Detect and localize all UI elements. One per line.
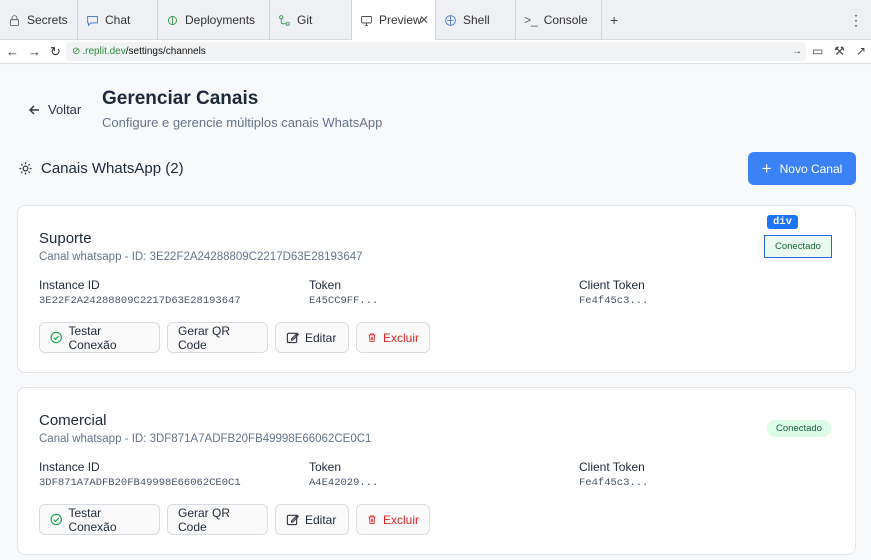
token-value: E45CC9FF... [309,295,379,307]
back-button[interactable]: Voltar [28,102,81,117]
trash-icon [368,515,376,524]
token-value: A4E42029... [309,477,379,489]
test-connection-button[interactable]: Testar Conexão [39,504,160,535]
section-title: Canais WhatsApp (2) [41,160,184,177]
check-circle-icon [50,331,62,344]
section-header: Canais WhatsApp (2) [18,160,184,177]
instance-id-label: Instance ID [39,278,100,292]
client-token-value: Fe4f45c3... [579,477,649,489]
monitor-icon [361,15,372,26]
delete-button[interactable]: Excluir [356,322,430,353]
tab-label: Git [297,13,313,27]
tab-label: Shell [463,13,490,27]
edit-icon [286,514,299,526]
tab-deployments[interactable]: Deployments [158,0,270,40]
button-label: Editar [305,330,337,345]
tab-label: Deployments [185,13,256,27]
channel-description: Canal whatsapp - ID: 3E22F2A24288809C221… [39,251,363,263]
edit-button[interactable]: Editar [275,504,349,535]
tab-console[interactable]: >_ Console [516,0,602,40]
test-connection-button[interactable]: Testar Conexão [39,322,160,353]
channel-description: Canal whatsapp - ID: 3DF871A7ADFB20FB499… [39,433,372,445]
plus-icon: + [761,159,772,178]
lock-icon [10,14,19,26]
page-title: Gerenciar Canais [102,88,259,109]
tab-secrets[interactable]: Secrets [0,0,78,40]
url-domain: .replit.dev [82,46,126,57]
button-label: Gerar QR Code [178,505,231,534]
secure-icon: ⊘ [72,46,81,57]
chat-icon [87,15,98,26]
reload-icon[interactable]: ↻ [50,44,61,60]
back-arrow-icon[interactable]: ← [6,44,19,59]
status-badge: Conectado [764,235,832,258]
arrow-left-icon [29,105,39,114]
forward-arrow-icon[interactable]: → [28,44,41,59]
address-bar: ← → ↻ ⊘ .replit.dev /settings/channels →… [0,40,871,64]
new-channel-button[interactable]: + Novo Canal [748,152,856,185]
console-icon: >_ [524,13,538,27]
status-badge: Conectado [767,420,831,437]
tab-label: Console [543,13,588,27]
git-icon [279,14,290,26]
button-label: Testar Conexão [68,323,117,352]
channel-name: Comercial [39,412,107,429]
go-arrow-icon[interactable]: → [792,46,802,57]
trash-icon [368,333,376,342]
channel-card-suporte: Suporte Canal whatsapp - ID: 3E22F2A2428… [17,205,856,373]
client-token-label: Client Token [579,278,645,292]
tab-preview[interactable]: Preview ✕ [352,0,436,40]
instance-id-value: 3E22F2A24288809C2217D63E28193647 [39,295,241,307]
tab-label: Preview [379,13,422,27]
instance-id-value: 3DF871A7ADFB20FB49998E66062CE0C1 [39,477,241,489]
edit-icon [286,332,299,344]
generate-qr-button[interactable]: Gerar QR Code [167,322,268,353]
more-vertical-icon[interactable]: ⋮ [849,12,863,29]
token-label: Token [309,278,342,292]
channel-name: Suporte [39,230,92,247]
wrench-icon[interactable]: ⚒ [834,44,845,58]
deploy-icon [168,15,177,25]
gear-icon [19,162,32,175]
back-label: Voltar [48,102,82,117]
browser-tab-strip: Secrets Chat Deployments Git Preview ✕ S… [0,0,871,40]
main-content: Voltar Gerenciar Canais Configure e gere… [0,65,871,560]
client-token-label: Client Token [579,460,645,474]
button-label: Excluir [382,512,419,527]
page-subtitle: Configure e gerencie múltiplos canais Wh… [102,115,383,130]
new-channel-label: Novo Canal [779,161,843,176]
shell-icon [445,14,456,26]
button-label: Gerar QR Code [178,323,231,352]
delete-button[interactable]: Excluir [356,504,430,535]
edit-button[interactable]: Editar [275,322,349,353]
channel-card-comercial: Comercial Canal whatsapp - ID: 3DF871A7A… [17,387,856,555]
tab-label: Chat [105,13,131,27]
close-icon[interactable]: ✕ [419,13,429,27]
tab-chat[interactable]: Chat [78,0,158,40]
url-input[interactable]: ⊘ .replit.dev /settings/channels → [66,42,806,61]
tab-shell[interactable]: Shell [436,0,516,40]
instance-id-label: Instance ID [39,460,100,474]
check-circle-icon [50,513,62,526]
client-token-value: Fe4f45c3... [579,295,649,307]
external-link-icon[interactable]: ↗ [856,44,866,58]
tab-label: Secrets [27,13,68,27]
button-label: Testar Conexão [68,505,117,534]
devices-icon[interactable]: ▭ [812,44,823,58]
url-path: /settings/channels [125,46,206,57]
button-label: Excluir [382,330,419,345]
generate-qr-button[interactable]: Gerar QR Code [167,504,268,535]
inspector-element-tag: div [767,215,798,229]
token-label: Token [309,460,342,474]
button-label: Editar [305,512,337,527]
new-tab-icon[interactable]: + [610,12,618,28]
tab-git[interactable]: Git [270,0,352,40]
